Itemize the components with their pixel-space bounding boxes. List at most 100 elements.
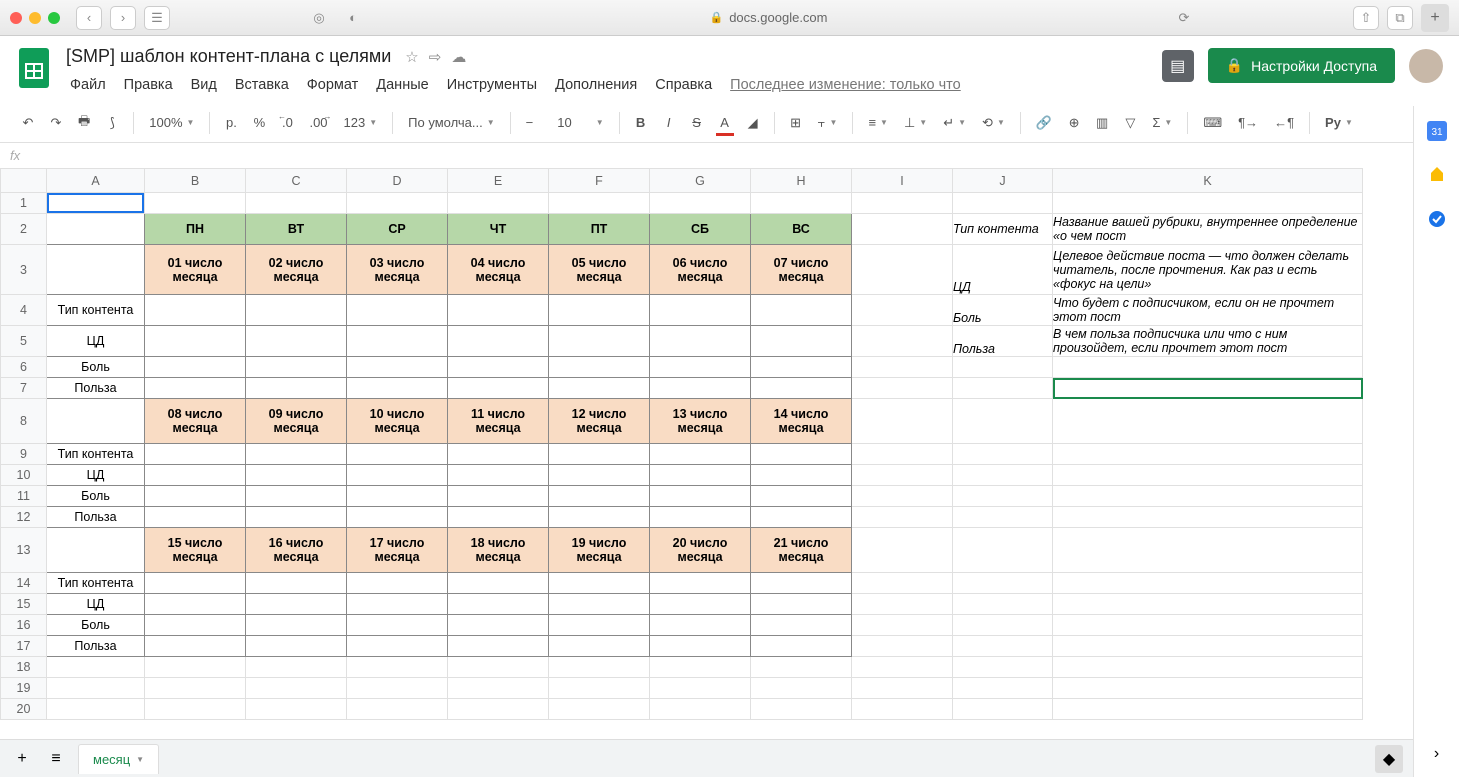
cell[interactable]: [852, 357, 953, 378]
sheets-logo-icon[interactable]: [16, 44, 52, 92]
wrap-button[interactable]: ↵▼: [937, 111, 972, 135]
cell[interactable]: [145, 193, 246, 214]
share-button[interactable]: ⇧: [1353, 6, 1379, 30]
cell-day-thu[interactable]: ЧТ: [448, 214, 549, 245]
last-edit-link[interactable]: Последнее изменение: только что: [722, 73, 969, 97]
calendar-icon[interactable]: 31: [1426, 120, 1448, 142]
cell[interactable]: [549, 678, 650, 699]
cell[interactable]: [347, 678, 448, 699]
cell[interactable]: [347, 295, 448, 326]
cell[interactable]: [852, 245, 953, 295]
cell[interactable]: [549, 193, 650, 214]
cell[interactable]: [246, 507, 347, 528]
cell[interactable]: [751, 295, 852, 326]
select-all-corner[interactable]: [1, 169, 47, 193]
cell[interactable]: [246, 295, 347, 326]
maximize-window-icon[interactable]: [48, 12, 60, 24]
row-header-12[interactable]: 12: [1, 507, 47, 528]
cell[interactable]: [953, 528, 1053, 573]
cell[interactable]: [751, 573, 852, 594]
cell[interactable]: [751, 507, 852, 528]
row-header-15[interactable]: 15: [1, 594, 47, 615]
cell[interactable]: [47, 245, 145, 295]
privacy-icon[interactable]: ◐: [340, 6, 366, 30]
cell[interactable]: [953, 486, 1053, 507]
cell[interactable]: [549, 594, 650, 615]
col-header-h[interactable]: H: [751, 169, 852, 193]
explore-button[interactable]: ◆: [1375, 745, 1403, 773]
row-label-type[interactable]: Тип контента: [47, 444, 145, 465]
cell[interactable]: [347, 193, 448, 214]
cell[interactable]: [650, 465, 751, 486]
cell-day-wed[interactable]: СР: [347, 214, 448, 245]
cell[interactable]: [751, 636, 852, 657]
cell[interactable]: [751, 594, 852, 615]
cell[interactable]: [246, 678, 347, 699]
cell[interactable]: [1053, 636, 1363, 657]
comments-icon[interactable]: ▤: [1162, 50, 1194, 82]
cell[interactable]: [953, 193, 1053, 214]
cell[interactable]: [852, 214, 953, 245]
cell[interactable]: [953, 465, 1053, 486]
col-header-j[interactable]: J: [953, 169, 1053, 193]
cell[interactable]: [549, 486, 650, 507]
cell[interactable]: [448, 465, 549, 486]
row-header-16[interactable]: 16: [1, 615, 47, 636]
insert-chart-button[interactable]: ▥: [1090, 110, 1114, 136]
formula-bar[interactable]: fx: [0, 143, 1459, 169]
row-label-pain[interactable]: Боль: [47, 486, 145, 507]
cell[interactable]: [953, 594, 1053, 615]
cell[interactable]: [246, 636, 347, 657]
fontsize-select[interactable]: −10▼: [520, 111, 610, 134]
col-header-i[interactable]: I: [852, 169, 953, 193]
merge-button[interactable]: ⫟▼: [812, 111, 844, 135]
move-icon[interactable]: ⇨: [429, 48, 442, 66]
cell[interactable]: [852, 528, 953, 573]
cell[interactable]: [47, 399, 145, 444]
cell[interactable]: [953, 573, 1053, 594]
numberformat-select[interactable]: 123▼: [338, 111, 384, 134]
menu-addons[interactable]: Дополнения: [547, 73, 645, 97]
cell[interactable]: [852, 486, 953, 507]
row-header-9[interactable]: 9: [1, 444, 47, 465]
cell[interactable]: [852, 507, 953, 528]
cell[interactable]: [347, 326, 448, 357]
cell[interactable]: [448, 699, 549, 720]
cell-date[interactable]: 12 число месяца: [549, 399, 650, 444]
cell[interactable]: [246, 615, 347, 636]
cell[interactable]: [246, 573, 347, 594]
cell[interactable]: [47, 657, 145, 678]
cell[interactable]: [852, 193, 953, 214]
cell-date[interactable]: 20 число месяца: [650, 528, 751, 573]
zoom-select[interactable]: 100%▼: [143, 111, 200, 134]
cell-day-sat[interactable]: СБ: [650, 214, 751, 245]
cell-date[interactable]: 17 число месяца: [347, 528, 448, 573]
cell[interactable]: [953, 678, 1053, 699]
cell[interactable]: [549, 699, 650, 720]
minimize-window-icon[interactable]: [29, 12, 41, 24]
cell[interactable]: [246, 326, 347, 357]
cell[interactable]: [246, 699, 347, 720]
row-label-cd[interactable]: ЦД: [47, 594, 145, 615]
cell[interactable]: [549, 657, 650, 678]
cell[interactable]: [145, 678, 246, 699]
cell[interactable]: [1053, 193, 1363, 214]
cell[interactable]: [145, 378, 246, 399]
cell[interactable]: [347, 699, 448, 720]
cell[interactable]: [549, 636, 650, 657]
legend-desc-benefit[interactable]: В чем польза подписчика или что с ним пр…: [1053, 326, 1363, 357]
row-label-benefit[interactable]: Польза: [47, 507, 145, 528]
row-label-benefit[interactable]: Польза: [47, 636, 145, 657]
cell[interactable]: [47, 528, 145, 573]
cell-date[interactable]: 08 число месяца: [145, 399, 246, 444]
cell-date[interactable]: 19 число месяца: [549, 528, 650, 573]
borders-button[interactable]: ⊞: [784, 110, 808, 136]
cell[interactable]: [145, 326, 246, 357]
cell[interactable]: [549, 444, 650, 465]
cell[interactable]: [145, 657, 246, 678]
col-header-b[interactable]: B: [145, 169, 246, 193]
cell[interactable]: [953, 357, 1053, 378]
star-icon[interactable]: ☆: [405, 48, 418, 66]
cell[interactable]: [953, 615, 1053, 636]
cell[interactable]: [1053, 357, 1363, 378]
